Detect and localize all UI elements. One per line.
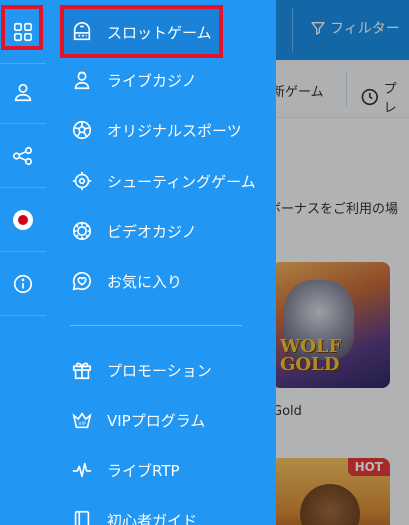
menu-item-label: プロモーション (107, 361, 212, 380)
rail-account-button[interactable] (0, 60, 46, 124)
menu-item-favorites[interactable]: お気に入り (70, 266, 182, 296)
menu-divider (70, 325, 242, 326)
user-icon (14, 83, 32, 101)
vip-crown-icon: VIP (72, 412, 92, 429)
japan-flag-icon (13, 209, 33, 230)
menu-item-slot-games[interactable]: スロットゲーム (70, 17, 212, 47)
menu-item-video-casino[interactable]: ビデオカジノ (70, 216, 197, 246)
rail-language-button[interactable] (0, 188, 46, 252)
rail-highlight-box (1, 5, 43, 50)
menu-item-label: スロットゲーム (107, 23, 212, 42)
slot-machine-icon (73, 22, 91, 41)
navigation-drawer: スロットゲーム ライブカジノ オリジナルスポーツ シューティングゲーム ビデオカ… (46, 0, 276, 525)
menu-item-label: VIPプログラム (107, 411, 206, 430)
menu-item-label: ビデオカジノ (107, 222, 197, 241)
poker-chip-icon (72, 221, 92, 241)
menu-item-label: ライブカジノ (107, 71, 197, 90)
gift-icon (72, 362, 92, 380)
menu-item-live-rtp[interactable]: ライブRTP (70, 455, 180, 485)
menu-item-label: オリジナルスポーツ (107, 121, 242, 140)
menu-item-shooting-games[interactable]: シューティングゲーム (70, 166, 256, 196)
menu-item-beginners-guide[interactable]: 初心者ガイド (70, 505, 197, 525)
rail-share-button[interactable] (0, 124, 46, 188)
rail-info-button[interactable] (0, 252, 46, 316)
menu-item-original-sports[interactable]: オリジナルスポーツ (70, 115, 242, 145)
info-icon (13, 274, 33, 293)
heart-chat-icon (72, 271, 91, 291)
pulse-icon (72, 462, 92, 478)
menu-item-vip-program[interactable]: VIP VIPプログラム (70, 405, 205, 435)
share-icon (13, 146, 33, 165)
crosshair-icon (72, 171, 92, 191)
guide-book-icon (74, 510, 90, 525)
svg-text:VIP: VIP (78, 421, 85, 427)
icon-rail (0, 0, 46, 525)
menu-item-label: シューティングゲーム (107, 172, 256, 191)
menu-item-label: ライブRTP (107, 461, 180, 480)
menu-item-promotions[interactable]: プロモーション (70, 355, 212, 385)
menu-item-label: 初心者ガイド (107, 511, 198, 525)
live-dealer-icon (74, 71, 90, 90)
menu-item-label: お気に入り (107, 272, 183, 291)
soccer-ball-icon (72, 120, 92, 140)
menu-item-live-casino[interactable]: ライブカジノ (70, 65, 197, 95)
